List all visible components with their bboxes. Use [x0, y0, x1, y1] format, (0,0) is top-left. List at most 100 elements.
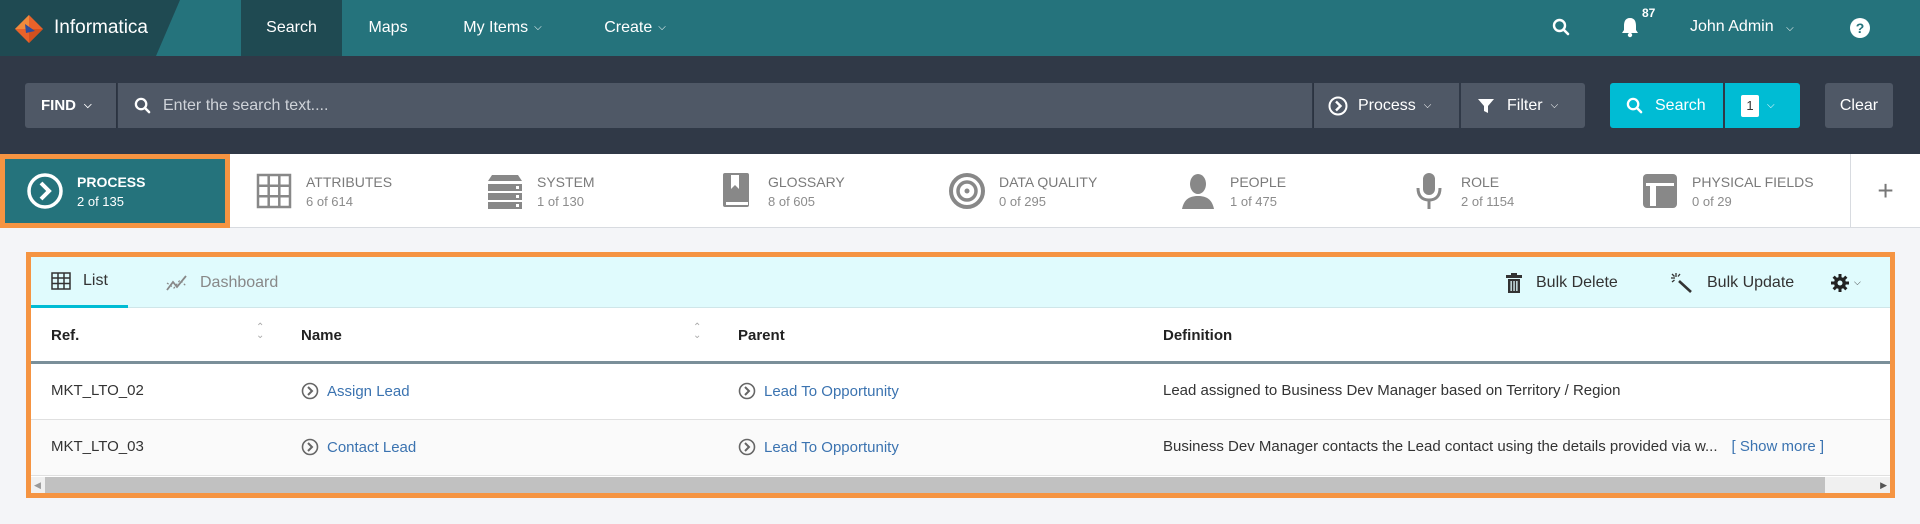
process-icon: [301, 438, 319, 456]
nav-my-items-label: My Items: [463, 19, 529, 36]
category-role[interactable]: ROLE 2 of 1154: [1409, 154, 1514, 228]
tab-list-label: List: [83, 272, 108, 289]
column-header-name[interactable]: Name: [301, 327, 342, 344]
bulk-delete-label: Bulk Delete: [1536, 273, 1618, 291]
line-chart-icon: [166, 274, 188, 292]
target-icon: [947, 171, 987, 211]
plus-icon: +: [1877, 175, 1894, 206]
nav-search[interactable]: Search: [241, 0, 342, 56]
nav-create-label: Create: [604, 19, 653, 36]
tab-list[interactable]: List: [31, 257, 128, 308]
search-input[interactable]: [163, 96, 1063, 115]
result-count-dropdown[interactable]: 1 ⌵: [1725, 83, 1800, 128]
grid-icon: [254, 171, 294, 211]
category-attributes[interactable]: ATTRIBUTES 6 of 614: [254, 154, 392, 228]
bulk-delete-button[interactable]: Bulk Delete: [1506, 257, 1618, 308]
brand[interactable]: Informatica: [0, 0, 180, 56]
user-menu[interactable]: John Admin ⌵: [1690, 18, 1794, 36]
category-physical-fields[interactable]: PHYSICAL FIELDS 0 of 29: [1640, 154, 1814, 228]
search-icon: [1626, 97, 1643, 114]
category-people[interactable]: PEOPLE 1 of 475: [1178, 154, 1286, 228]
cell-name-link[interactable]: Contact Lead: [301, 438, 416, 456]
column-header-definition[interactable]: Definition: [1163, 327, 1232, 344]
search-field[interactable]: [118, 83, 1312, 128]
brand-name: Informatica: [54, 17, 148, 38]
clear-button[interactable]: Clear: [1825, 83, 1893, 128]
search-button-label: Search: [1655, 96, 1706, 114]
top-navigation-bar: Informatica Search Maps My Items ⌵ Creat…: [0, 0, 1920, 56]
help-icon[interactable]: ?: [1849, 17, 1871, 39]
category-title: ATTRIBUTES: [306, 173, 393, 190]
nav-maps[interactable]: Maps: [342, 0, 434, 56]
nav-search-label: Search: [266, 19, 317, 36]
cell-definition: Business Dev Manager contacts the Lead c…: [1163, 438, 1824, 455]
search-icon[interactable]: [1552, 18, 1570, 36]
category-title: GLOSSARY: [768, 173, 845, 190]
filter-dropdown[interactable]: Filter ⌵: [1461, 83, 1585, 128]
type-filter-dropdown[interactable]: Process ⌵: [1313, 83, 1459, 128]
trash-icon: [1506, 272, 1522, 293]
bulk-update-label: Bulk Update: [1707, 273, 1795, 291]
category-title: PROCESS: [77, 173, 146, 190]
category-data-quality[interactable]: DATA QUALITY 0 of 295: [947, 154, 1097, 228]
category-count: 6 of 614: [306, 193, 353, 209]
svg-text:?: ?: [1856, 20, 1865, 36]
category-title: DATA QUALITY: [999, 173, 1098, 190]
category-system[interactable]: SYSTEM 1 of 130: [485, 154, 595, 228]
table-row[interactable]: MKT_LTO_02 Assign Lead Lead To Opportuni…: [31, 364, 1890, 420]
chevron-down-icon: ⌵: [658, 21, 666, 33]
search-button[interactable]: Search: [1610, 83, 1723, 128]
filter-label: Filter: [1507, 96, 1543, 114]
table-row[interactable]: MKT_LTO_03 Contact Lead Lead To Opportun…: [31, 420, 1890, 476]
bell-icon[interactable]: [1620, 16, 1640, 38]
search-icon: [134, 97, 151, 114]
book-icon: [716, 171, 756, 211]
category-process[interactable]: PROCESS 2 of 135: [0, 154, 230, 228]
scroll-left-arrow-icon[interactable]: ◀: [34, 480, 41, 491]
process-icon: [25, 171, 65, 211]
notification-count-badge: 87: [1642, 6, 1656, 20]
horizontal-scrollbar[interactable]: ◀ ▶: [31, 477, 1890, 493]
user-name: John Admin: [1690, 18, 1774, 35]
type-filter-label: Process: [1358, 96, 1416, 114]
cell-parent-link[interactable]: Lead To Opportunity: [738, 382, 899, 400]
scroll-right-arrow-icon[interactable]: ▶: [1880, 480, 1887, 491]
scrollbar-thumb[interactable]: [45, 477, 1825, 493]
settings-dropdown[interactable]: ⌵: [1831, 257, 1861, 308]
column-header-parent[interactable]: Parent: [738, 327, 785, 344]
tab-dashboard[interactable]: Dashboard: [166, 257, 278, 308]
view-tabs: List Dashboard Bulk Delete Bulk Update ⌵: [31, 257, 1890, 308]
chevron-down-icon: ⌵: [84, 100, 92, 111]
server-icon: [485, 171, 525, 211]
sort-icon[interactable]: ⌃ ⌄: [693, 323, 701, 341]
cell-parent-link[interactable]: Lead To Opportunity: [738, 438, 899, 456]
category-count: 2 of 1154: [1461, 193, 1515, 209]
category-title: PEOPLE: [1230, 173, 1287, 190]
chevron-down-icon: ⌵: [1423, 100, 1432, 111]
name-text: Assign Lead: [327, 382, 410, 400]
gear-icon: [1831, 273, 1849, 292]
cell-name-link[interactable]: Assign Lead: [301, 382, 410, 400]
nav-maps-label: Maps: [368, 19, 408, 36]
category-glossary[interactable]: GLOSSARY 8 of 605: [716, 154, 845, 228]
process-icon: [1328, 96, 1348, 115]
sort-icon[interactable]: ⌃ ⌄: [256, 323, 264, 341]
category-bar: PROCESS 2 of 135 ATTRIBUTES 6 of 614 SYSTE…: [0, 154, 1920, 228]
column-header-ref[interactable]: Ref.: [51, 327, 79, 344]
add-category-button[interactable]: +: [1850, 154, 1920, 228]
nav-create[interactable]: Create ⌵: [585, 0, 685, 56]
find-dropdown[interactable]: FIND ⌵: [25, 83, 117, 128]
person-icon: [1178, 171, 1218, 211]
informatica-logo-icon: [15, 15, 43, 43]
microphone-icon: [1409, 171, 1449, 211]
tab-dashboard-label: Dashboard: [200, 273, 279, 291]
nav-my-items[interactable]: My Items ⌵: [440, 0, 565, 56]
show-more-link[interactable]: [ Show more ]: [1732, 438, 1825, 455]
bulk-update-button[interactable]: Bulk Update: [1671, 257, 1794, 308]
category-count: 0 of 29: [1692, 193, 1732, 209]
result-count: 1: [1741, 94, 1759, 117]
parent-text: Lead To Opportunity: [764, 438, 899, 456]
definition-text: Business Dev Manager contacts the Lead c…: [1163, 438, 1718, 455]
find-label: FIND: [41, 97, 76, 114]
chevron-down-icon: ⌵: [1786, 23, 1794, 34]
